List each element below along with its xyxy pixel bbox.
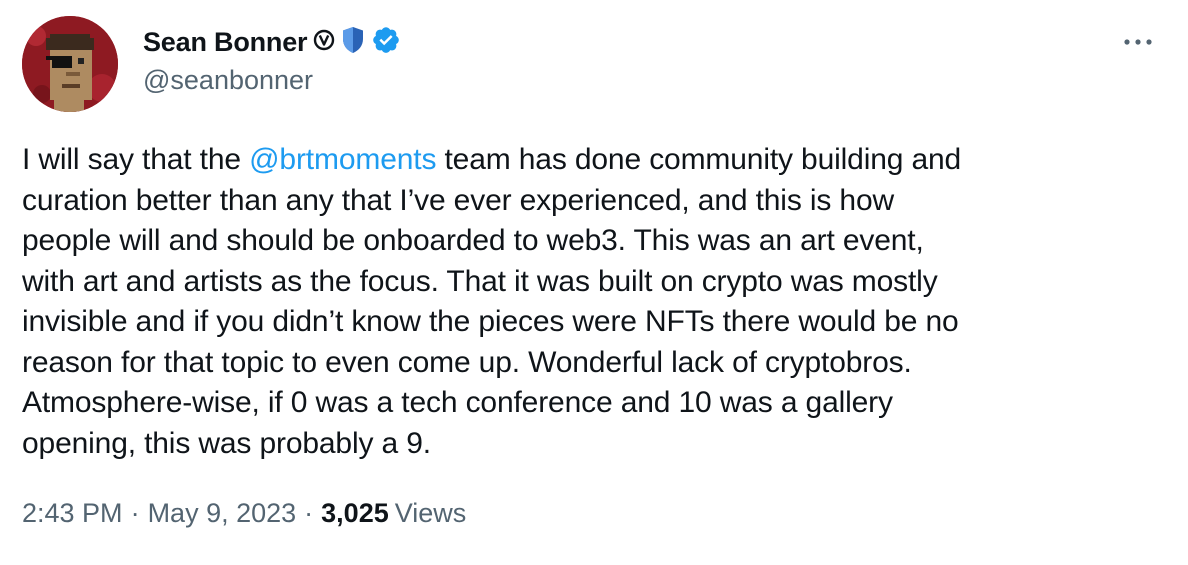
tweet-date[interactable]: May 9, 2023: [148, 498, 297, 529]
mention-link[interactable]: @brtmoments: [249, 143, 436, 176]
more-options-button[interactable]: [1118, 30, 1158, 54]
avatar-image: [22, 16, 118, 112]
blue-shield-icon: [341, 26, 365, 59]
views-count: 3,025: [321, 498, 389, 528]
tweet-text-start: I will say that the: [22, 143, 250, 176]
user-handle[interactable]: @seanbonner: [143, 65, 401, 96]
display-name[interactable]: Sean Bonner: [143, 27, 308, 58]
tweet-header: Sean Bonner @seanbonner: [143, 22, 401, 96]
verified-check-icon[interactable]: [371, 25, 401, 60]
tweet-text-rest: team has done community building and cur…: [22, 143, 962, 460]
avatar[interactable]: [22, 16, 118, 112]
name-row: Sean Bonner: [143, 22, 401, 62]
tweet-body: I will say that the @brtmoments team has…: [22, 140, 1167, 464]
circled-v-icon: [313, 29, 335, 56]
more-dots-icon: [1124, 39, 1152, 45]
tweet-metadata: 2:43 PM · May 9, 2023 · 3,025 Views: [22, 498, 466, 529]
meta-separator: ·: [130, 498, 140, 528]
meta-separator: ·: [304, 498, 314, 528]
tweet-time[interactable]: 2:43 PM: [22, 498, 123, 529]
views-label: Views: [394, 498, 467, 528]
